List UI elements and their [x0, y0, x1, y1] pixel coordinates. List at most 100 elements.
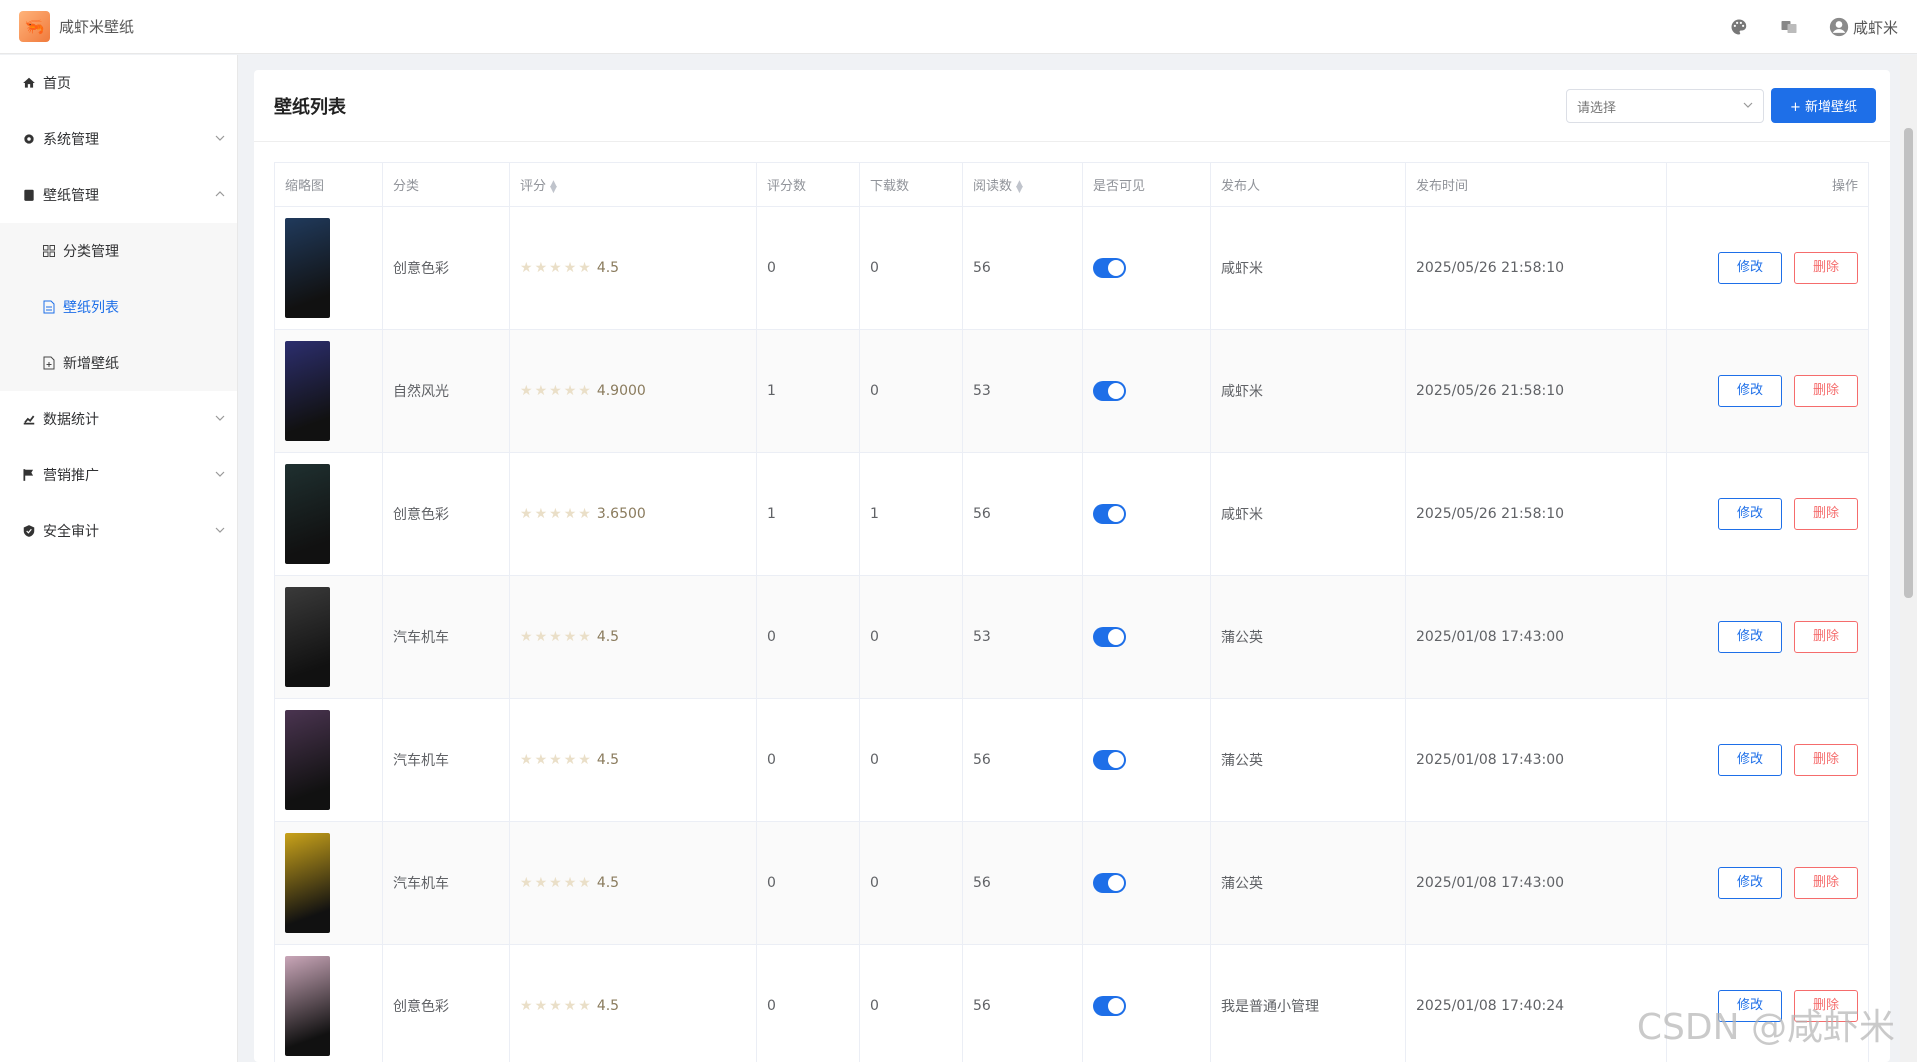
- visibility-toggle[interactable]: [1093, 381, 1126, 401]
- add-wallpaper-button[interactable]: + 新增壁纸: [1771, 88, 1876, 123]
- sidebar-item-marketing[interactable]: 营销推广: [0, 447, 237, 503]
- visibility-toggle[interactable]: [1093, 873, 1126, 893]
- star-icon: ★: [563, 383, 577, 399]
- publisher-cell: 蒲公英: [1210, 821, 1406, 945]
- col-views[interactable]: 阅读数 ▲ ▼: [962, 162, 1083, 207]
- views-cell: 56: [962, 452, 1083, 576]
- sidebar-item-label: 分类管理: [63, 244, 119, 260]
- top-header: 🦐 咸虾米壁纸 咸虾米: [0, 0, 1917, 54]
- edit-button[interactable]: 修改: [1718, 498, 1782, 530]
- sidebar-item-stats[interactable]: 数据统计: [0, 391, 237, 447]
- wallpaper-thumbnail[interactable]: [285, 464, 330, 564]
- scrollbar-thumb[interactable]: [1904, 128, 1913, 598]
- sidebar-item-security[interactable]: 安全审计: [0, 503, 237, 559]
- star-icon: ★: [534, 752, 548, 768]
- rating-stars: ★ ★ ★ ★ ★: [520, 629, 591, 645]
- visible-cell: [1082, 698, 1211, 822]
- sidebar-item-system[interactable]: 系统管理: [0, 111, 237, 167]
- visibility-toggle[interactable]: [1093, 750, 1126, 770]
- rating-stars: ★ ★ ★ ★ ★: [520, 506, 591, 522]
- views-cell: 56: [962, 206, 1083, 330]
- star-icon: ★: [578, 506, 591, 522]
- app-logo[interactable]: 🦐 咸虾米壁纸: [19, 11, 134, 42]
- table-row: 汽车机车 ★ ★ ★ ★ ★ 4.5 0 0 53 蒲公英 2025/01/08 17:43:00 修改…: [274, 575, 1869, 699]
- downloads-cell: 0: [859, 206, 963, 330]
- rating-cell: ★ ★ ★ ★ ★ 4.5: [509, 698, 757, 822]
- delete-button[interactable]: 删除: [1794, 867, 1858, 899]
- thumbnail-cell: [274, 821, 383, 945]
- rating-value: 4.5: [596, 629, 620, 645]
- wallpaper-thumbnail[interactable]: [285, 956, 330, 1056]
- rating-cell: ★ ★ ★ ★ ★ 3.6500: [509, 452, 757, 576]
- wallpaper-thumbnail[interactable]: [285, 341, 330, 441]
- edit-button[interactable]: 修改: [1718, 252, 1782, 284]
- downloads-cell: 0: [859, 575, 963, 699]
- visibility-toggle[interactable]: [1093, 258, 1126, 278]
- time-cell: 2025/01/08 17:43:00: [1405, 575, 1667, 699]
- grid-icon: [41, 243, 57, 259]
- visible-cell: [1082, 329, 1211, 453]
- gear-icon: [21, 131, 37, 147]
- star-icon: ★: [563, 629, 577, 645]
- delete-button[interactable]: 删除: [1794, 252, 1858, 284]
- delete-button[interactable]: 删除: [1794, 744, 1858, 776]
- visibility-toggle[interactable]: [1093, 627, 1126, 647]
- edit-button[interactable]: 修改: [1718, 867, 1782, 899]
- rating-value: 3.6500: [596, 506, 646, 522]
- sidebar-item-label: 营销推广: [43, 468, 99, 484]
- col-time: 发布时间: [1405, 162, 1667, 207]
- table-row: 创意色彩 ★ ★ ★ ★ ★ 4.5 0 0 56 我是普通小管理 2025/01/08 17:40:…: [274, 944, 1869, 1062]
- sort-icon[interactable]: ▲ ▼: [550, 179, 557, 194]
- sort-icon[interactable]: ▲ ▼: [1016, 179, 1023, 194]
- col-publisher: 发布人: [1210, 162, 1406, 207]
- time-cell: 2025/05/26 21:58:10: [1405, 329, 1667, 453]
- table-row: 汽车机车 ★ ★ ★ ★ ★ 4.5 0 0 56 蒲公英 2025/01/08 17:43:00 修改…: [274, 698, 1869, 822]
- star-icon: ★: [534, 629, 548, 645]
- delete-button[interactable]: 删除: [1794, 375, 1858, 407]
- visibility-toggle[interactable]: [1093, 996, 1126, 1016]
- edit-button[interactable]: 修改: [1718, 621, 1782, 653]
- rating-count-cell: 0: [756, 575, 860, 699]
- chevron-up-icon: [215, 187, 225, 203]
- wallpaper-thumbnail[interactable]: [285, 710, 330, 810]
- sidebar-item-wallpaper-list[interactable]: 壁纸列表: [0, 279, 237, 335]
- edit-button[interactable]: 修改: [1718, 744, 1782, 776]
- translate-icon[interactable]: [1779, 17, 1799, 37]
- wallpaper-thumbnail[interactable]: [285, 218, 330, 318]
- scrollbar[interactable]: [1900, 55, 1917, 1062]
- delete-button[interactable]: 删除: [1794, 621, 1858, 653]
- wallpaper-thumbnail[interactable]: [285, 833, 330, 933]
- col-rating[interactable]: 评分 ▲ ▼: [509, 162, 757, 207]
- sidebar-item-home[interactable]: 首页: [0, 55, 237, 111]
- flag-icon: [21, 467, 37, 483]
- category-select[interactable]: 请选择: [1566, 89, 1764, 123]
- star-icon: ★: [578, 383, 591, 399]
- star-icon: ★: [549, 875, 562, 891]
- views-cell: 53: [962, 575, 1083, 699]
- actions-cell: 修改 删除: [1666, 206, 1869, 330]
- palette-icon[interactable]: [1729, 17, 1749, 37]
- rating-cell: ★ ★ ★ ★ ★ 4.5: [509, 206, 757, 330]
- edit-button[interactable]: 修改: [1718, 375, 1782, 407]
- category-cell: 创意色彩: [382, 452, 510, 576]
- thumbnail-cell: [274, 944, 383, 1062]
- col-rating-label: 评分: [520, 179, 547, 194]
- delete-button[interactable]: 删除: [1794, 498, 1858, 530]
- sidebar-item-wallpaper[interactable]: 壁纸管理: [0, 167, 237, 223]
- rating-count-cell: 0: [756, 821, 860, 945]
- rating-count-cell: 0: [756, 206, 860, 330]
- sidebar-item-add-wallpaper[interactable]: 新增壁纸: [0, 335, 237, 391]
- category-cell: 汽车机车: [382, 821, 510, 945]
- star-icon: ★: [563, 752, 577, 768]
- sidebar-item-label: 安全审计: [43, 524, 99, 540]
- user-menu[interactable]: 咸虾米: [1829, 17, 1898, 38]
- rating-value: 4.5: [596, 752, 620, 768]
- sidebar-item-category[interactable]: 分类管理: [0, 223, 237, 279]
- rating-cell: ★ ★ ★ ★ ★ 4.5: [509, 575, 757, 699]
- sidebar: 首页 系统管理 壁纸管理 分类管理 壁纸列表 新增壁纸 数据统计 营销推广 安全…: [0, 55, 238, 1062]
- star-icon: ★: [534, 383, 548, 399]
- table-row: 汽车机车 ★ ★ ★ ★ ★ 4.5 0 0 56 蒲公英 2025/01/08 17:43:00 修改…: [274, 821, 1869, 945]
- visibility-toggle[interactable]: [1093, 504, 1126, 524]
- wallpaper-thumbnail[interactable]: [285, 587, 330, 687]
- downloads-cell: 1: [859, 452, 963, 576]
